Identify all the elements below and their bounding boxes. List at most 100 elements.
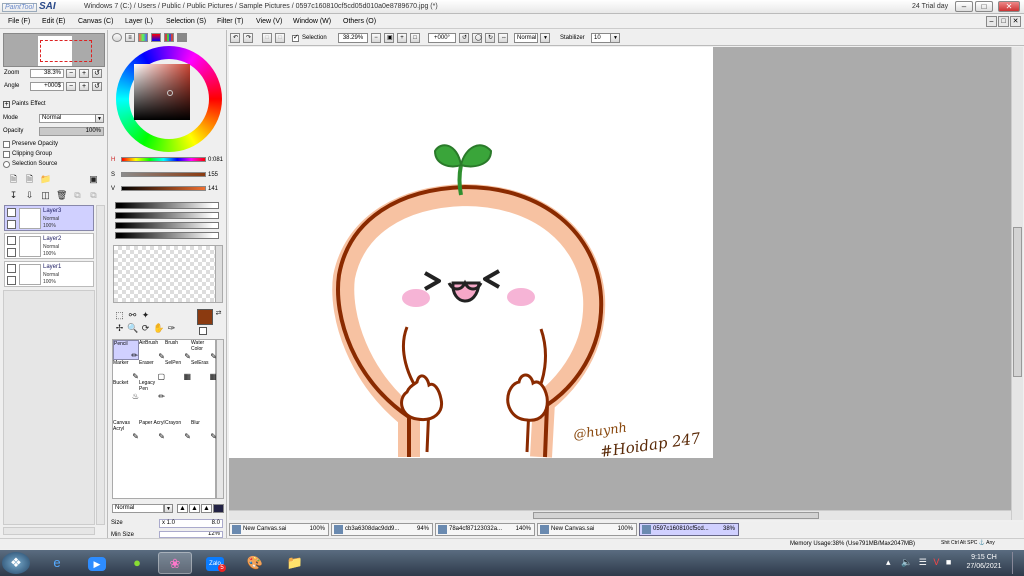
menu-layer[interactable]: Layer (L) [125, 18, 153, 25]
saturation-value-square[interactable] [134, 64, 190, 120]
selection-checkbox[interactable]: ✓ [292, 34, 299, 42]
gray-gradient-bar-1[interactable] [115, 202, 219, 209]
paste-layer-icon[interactable]: ⧉ [88, 190, 99, 201]
maximize-button[interactable]: □ [975, 1, 993, 12]
brush-shape-sharp-icon[interactable]: ▲ [177, 504, 188, 513]
navigator-preview[interactable] [3, 33, 105, 67]
hand-icon[interactable]: ✋ [153, 323, 164, 334]
vscroll-thumb[interactable] [1013, 227, 1022, 377]
painttool-sai-icon[interactable]: ❀ [158, 552, 192, 574]
tool-brush[interactable]: Brush ✎ [165, 340, 191, 361]
rect-select-icon[interactable]: ⬚ [114, 310, 125, 321]
chevron-down-icon[interactable]: ▼ [610, 33, 620, 43]
eye-icon[interactable] [7, 208, 16, 217]
eyedropper-icon[interactable]: ✑ [166, 323, 177, 334]
rotate-cw-icon[interactable]: ↻ [485, 33, 495, 43]
redo-icon[interactable]: ↷ [243, 33, 253, 43]
zoom-reset-button[interactable]: ↺ [92, 69, 102, 78]
network-icon[interactable]: ☰ [919, 557, 927, 567]
canvas-blend-field[interactable]: Normal [514, 33, 538, 43]
eye-icon[interactable] [7, 264, 16, 273]
coccoc-browser-icon[interactable]: ● [120, 552, 154, 574]
internet-explorer-icon[interactable]: e [40, 552, 74, 574]
chevron-down-icon[interactable]: ▼ [540, 33, 550, 43]
zoom-field[interactable]: 38.3% [30, 69, 64, 78]
pen-icon[interactable] [7, 248, 16, 257]
canvas-hscrollbar[interactable] [229, 510, 1011, 520]
new-folder-icon[interactable]: 📁 [40, 174, 51, 185]
color-wheel[interactable] [116, 46, 222, 152]
tool-paper-acryl[interactable]: Paper Acryl ✎ [139, 420, 165, 441]
brush-blend-select[interactable]: Normal [112, 504, 164, 513]
rgb-slider-mode-icon[interactable]: ≡ [125, 33, 135, 42]
zoom-field[interactable]: 38.29% [338, 33, 368, 43]
rotate-ccw-icon[interactable]: ↺ [459, 33, 469, 43]
delete-layer-icon[interactable]: 🗑 [56, 190, 67, 201]
mdi-minimize-button[interactable]: – [986, 16, 997, 27]
vivaldi-icon[interactable]: V [933, 557, 939, 567]
new-layer-icon[interactable]: 🗎 [8, 174, 19, 185]
menu-edit[interactable]: Edit (E) [42, 18, 65, 25]
preserve-opacity-checkbox[interactable] [3, 141, 10, 148]
size-slider[interactable]: x 1.0 8.0 [159, 519, 223, 528]
rotate-reset-button[interactable]: ↺ [92, 82, 102, 91]
layer-mask-icon[interactable]: ▣ [88, 174, 99, 185]
tool-crayon[interactable]: Crayon ✎ [165, 420, 191, 441]
rotate-left-button[interactable]: − [66, 82, 76, 91]
swap-colors-icon[interactable]: ⇄ [213, 308, 224, 319]
value-slider[interactable] [121, 186, 206, 191]
mdi-close-button[interactable]: ✕ [1010, 16, 1021, 27]
tool-eraser[interactable]: Eraser ▢ [139, 360, 165, 381]
copy-layer-icon[interactable]: ⧉ [72, 190, 83, 201]
file-explorer-icon[interactable]: 📁 [278, 552, 312, 574]
layer-item-layer2[interactable]: Layer2 Normal 100% [4, 233, 94, 259]
layer-list-scrollbar[interactable] [96, 205, 105, 525]
tool-pencil[interactable]: Pencil ✏ [113, 340, 139, 360]
color-mixer-icon[interactable] [151, 33, 161, 42]
clock[interactable]: 9:15 CH 27/06/2021 [960, 553, 1008, 571]
zoom-plus-icon[interactable]: + [397, 33, 407, 43]
clipping-group-checkbox[interactable] [3, 151, 10, 158]
doc-tab-new-canvas-2[interactable]: New Canvas.sai 100% [537, 523, 637, 536]
chevron-down-icon[interactable]: ▼ [95, 114, 104, 123]
zalo-icon[interactable]: Zalo 5 [198, 552, 232, 574]
start-button[interactable]: ❖ [2, 552, 30, 574]
gray-gradient-bar-2[interactable] [115, 212, 219, 219]
blend-mode-select[interactable]: Normal [39, 114, 97, 123]
swatches-mode-icon[interactable] [164, 33, 174, 42]
color-wheel-mode-icon[interactable] [112, 33, 122, 42]
min-size-slider[interactable]: 12% [159, 531, 223, 538]
hscroll-thumb[interactable] [533, 512, 819, 519]
menu-canvas[interactable]: Canvas (C) [78, 18, 113, 25]
volume-icon[interactable]: 🔈 [901, 557, 912, 567]
doc-tab-new-canvas-1[interactable]: New Canvas.sai 100% [229, 523, 329, 536]
canvas-vscrollbar[interactable] [1011, 47, 1023, 520]
rotate-reset-icon[interactable]: ◯ [472, 33, 482, 43]
magic-wand-icon[interactable]: ✦ [140, 310, 151, 321]
pen-icon[interactable] [7, 220, 16, 229]
menu-file[interactable]: File (F) [8, 18, 30, 25]
mdi-maximize-button[interactable]: □ [998, 16, 1009, 27]
move-icon[interactable]: ✢ [114, 323, 125, 334]
hue-slider[interactable] [121, 157, 206, 162]
merge-down-icon[interactable]: ⇩ [24, 190, 35, 201]
tool-canvas-acryl[interactable]: Canvas Acryl ✎ [113, 420, 139, 441]
paint-icon[interactable]: 🎨 [238, 552, 272, 574]
zoom-minus-icon[interactable]: − [371, 33, 381, 43]
doc-tab-78a4cf87[interactable]: 78a4cf87123032a... 140% [435, 523, 535, 536]
tray-expand-icon[interactable]: ▴ [886, 557, 891, 567]
rotate-right-button[interactable]: + [79, 82, 89, 91]
menu-window[interactable]: Window (W) [293, 18, 331, 25]
menu-view[interactable]: View (V) [256, 18, 282, 25]
tool-seleras[interactable]: SelEras ▦ [191, 360, 217, 381]
paints-effect-label[interactable]: Paints Effect [12, 101, 46, 107]
chevron-down-icon[interactable]: ▼ [164, 504, 173, 513]
tool-blur[interactable]: Blur ✎ [191, 420, 217, 441]
close-button[interactable]: ✕ [998, 1, 1020, 12]
menu-selection[interactable]: Selection (S) [166, 18, 206, 25]
tool-legacy-pen[interactable]: Legacy Pen ✏ [139, 380, 165, 401]
zoom-meetings-icon[interactable]: ▶ [80, 552, 114, 574]
selection-source-radio[interactable] [3, 161, 10, 168]
doc-tab-0597c160[interactable]: 0597c160810cf5cd... 38% [639, 523, 739, 536]
menu-others[interactable]: Others (O) [343, 18, 376, 25]
